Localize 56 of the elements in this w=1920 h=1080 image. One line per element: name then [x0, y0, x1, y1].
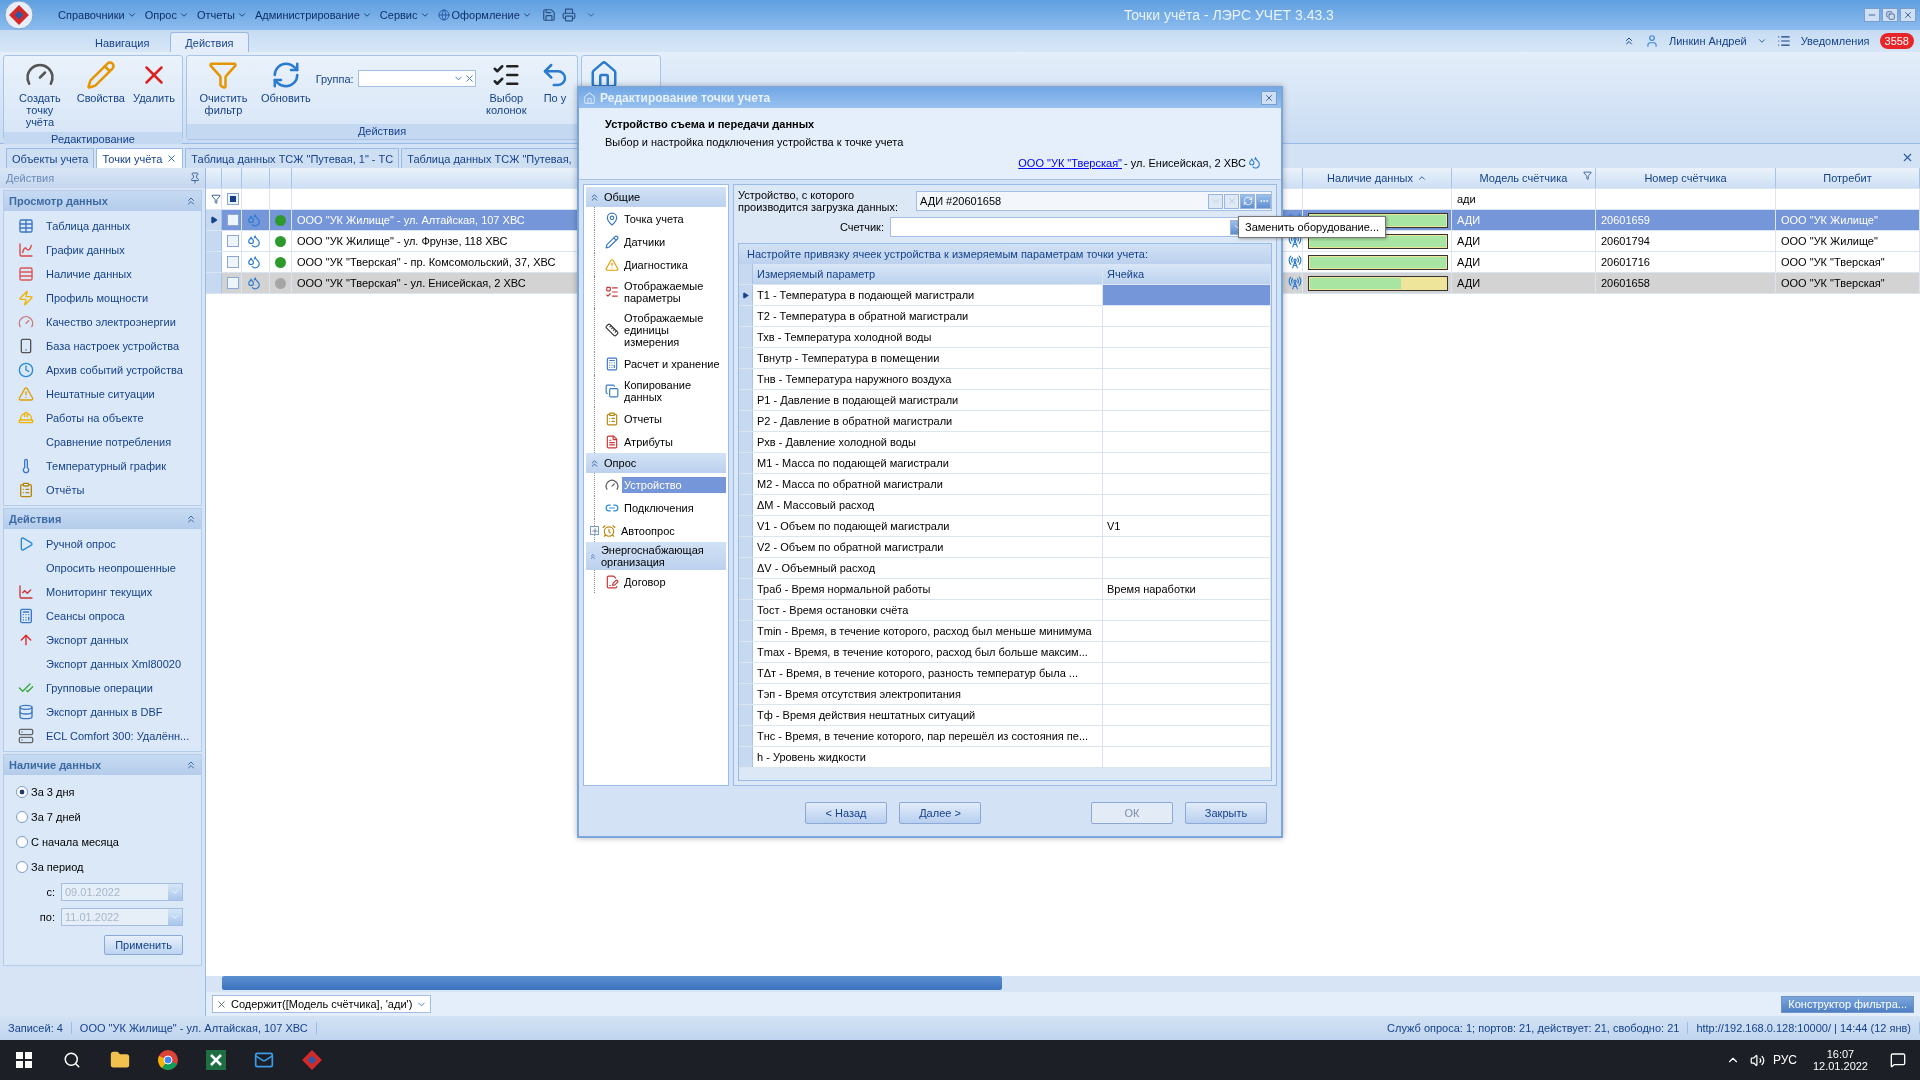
table-cell: Тнв - Температура наружного воздуха: [753, 369, 1103, 389]
table-cell: АДИ: [1452, 252, 1596, 272]
section-title: Наличие данных: [9, 759, 102, 771]
table-cell: ΔМ - Массовый расход: [753, 495, 1103, 515]
table-cell: Рхв - Давление холодной воды: [753, 432, 1103, 452]
table-cell: Тхв - Температура холодной воды: [753, 327, 1103, 347]
table-cell: ΔV - Объемный расход: [753, 558, 1103, 578]
field-label: Группа:: [315, 72, 354, 85]
table-cell: Р2 - Давление в обратной магистрали: [753, 411, 1103, 431]
table-cell: ООО "УК Жилище": [1776, 231, 1920, 251]
services-status: Служб опроса: 1; портов: 21, действует: 21, свободно: 21: [1379, 1022, 1689, 1034]
table-cell: ООО "УК Жилище": [1776, 210, 1920, 230]
tooltip: Заменить оборудование...: [1238, 216, 1387, 238]
location-text: - ул. Енисейская, 2 ХВС: [1124, 156, 1246, 169]
table-cell: ООО "УК "Тверская": [1776, 252, 1920, 272]
table-cell: АДИ: [1452, 210, 1596, 230]
panel-title: Действия: [6, 172, 55, 184]
table-cell: V1 - Объем по подающей магистрали: [753, 516, 1103, 536]
dialog-heading: Устройство съема и передачи данных: [605, 118, 816, 130]
table-cell: 20601794: [1596, 231, 1776, 251]
table-cell: ТΔт - Время, в течение которого, разность температур была ...: [753, 663, 1103, 683]
table-cell: АДИ: [1452, 273, 1596, 293]
table-cell: Твнутр - Температура в помещении: [753, 348, 1103, 368]
field-label: Устройство, с которого производится загрузка данных:: [738, 189, 900, 213]
record-count: Записей: 4: [0, 1022, 72, 1034]
table-cell: 20601658: [1596, 273, 1776, 293]
table-cell: 20601659: [1596, 210, 1776, 230]
table-cell: Р1 - Давление в подающей магистрали: [753, 390, 1103, 410]
table-cell: Тост - Время остановки счёта: [753, 600, 1103, 620]
dialog-subheading: Выбор и настройка подключения устройства к точке учета: [605, 136, 905, 148]
date-label: с:: [46, 885, 55, 898]
section-title: Действия: [9, 513, 62, 525]
status-text: ООО "УК Жилище" - ул. Алтайская, 107 ХВС: [71, 1022, 317, 1034]
table-cell: 20601716: [1596, 252, 1776, 272]
table-cell: V2 - Объем по обратной магистрали: [753, 537, 1103, 557]
table-cell: М2 - Масса по обратной магистрали: [753, 474, 1103, 494]
date-label: по:: [39, 910, 55, 923]
table-cell: Тнс - Время, в течение которого, пар перешёл из состояния пе...: [753, 726, 1103, 746]
notification-count: 3558: [1879, 33, 1914, 49]
dialog-title: Редактирование точки учета: [600, 91, 771, 105]
field-label: Счетчик:: [838, 221, 884, 233]
table-cell: Tmin - Время, в течение которого, расход был меньше минимума: [753, 621, 1103, 641]
table-cell: ООО "УК "Тверская": [1776, 273, 1920, 293]
table-cell: Траб - Время нормальной работы: [753, 579, 1103, 599]
window-title: Точки учёта - ЛЭРС УЧЕТ 3.43.3: [1122, 7, 1335, 23]
section-title: Просмотр данных: [9, 195, 108, 207]
server-status: http://192.168.0.128:10000/ | 14:44 (12 янв): [1688, 1022, 1920, 1034]
table-cell: Тэп - Время отсутствия электропитания: [753, 684, 1103, 704]
table-cell: М1 - Масса по подающей магистрали: [753, 453, 1103, 473]
panel-title: Настройте привязку ячеек устройства к измеряемым параметрам точки учета:: [739, 244, 1271, 264]
table-cell: Тф - Время действия нештатных ситуаций: [753, 705, 1103, 725]
table-cell: АДИ: [1452, 231, 1596, 251]
ribbon-group-title: Действия: [187, 124, 577, 139]
table-cell: h - Уровень жидкости: [753, 747, 1103, 767]
table-cell: Tmax - Время, в течение которого, расход был больше максим...: [753, 642, 1103, 662]
table-cell: Т2 - Температура в обратной магистрали: [753, 306, 1103, 326]
